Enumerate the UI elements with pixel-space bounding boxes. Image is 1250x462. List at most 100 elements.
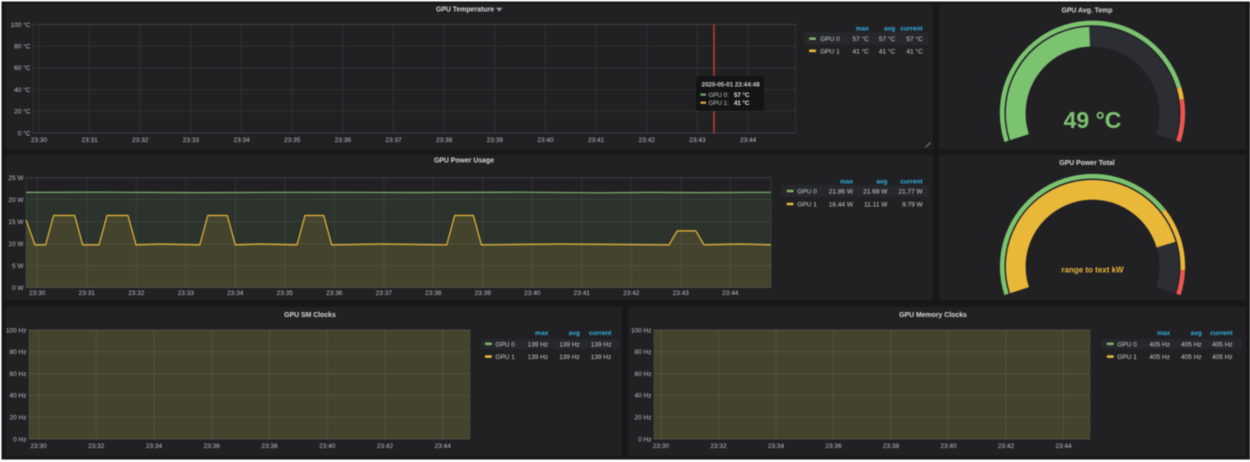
svg-text:23:38: 23:38 bbox=[261, 443, 278, 450]
svg-text:16.44 W: 16.44 W bbox=[829, 202, 854, 209]
svg-text:GPU 0: GPU 0 bbox=[495, 341, 515, 348]
svg-text:40 Hz: 40 Hz bbox=[635, 393, 652, 400]
svg-text:57 °C: 57 °C bbox=[853, 35, 870, 43]
svg-text:GPU 0:: GPU 0: bbox=[709, 92, 730, 99]
svg-text:23:40: 23:40 bbox=[537, 137, 554, 144]
svg-text:23:35: 23:35 bbox=[277, 290, 294, 297]
svg-text:405 Hz: 405 Hz bbox=[1149, 354, 1170, 361]
svg-text:405 Hz: 405 Hz bbox=[1149, 341, 1170, 348]
svg-text:23:39: 23:39 bbox=[475, 290, 492, 297]
svg-text:23:38: 23:38 bbox=[425, 290, 442, 297]
svg-text:100 Hz: 100 Hz bbox=[6, 327, 27, 334]
svg-text:23:43: 23:43 bbox=[673, 290, 690, 297]
svg-text:139 Hz: 139 Hz bbox=[591, 341, 612, 348]
svg-text:avg: avg bbox=[569, 330, 580, 337]
svg-text:80 Hz: 80 Hz bbox=[635, 349, 652, 356]
svg-text:21.86 W: 21.86 W bbox=[829, 189, 854, 196]
svg-text:23:42: 23:42 bbox=[998, 443, 1015, 450]
svg-text:20 Hz: 20 Hz bbox=[635, 415, 652, 422]
svg-text:80 Hz: 80 Hz bbox=[10, 349, 27, 356]
svg-text:0 Hz: 0 Hz bbox=[13, 436, 26, 443]
svg-text:23:34: 23:34 bbox=[768, 443, 785, 450]
svg-text:23:44: 23:44 bbox=[1055, 443, 1072, 450]
svg-text:139 Hz: 139 Hz bbox=[528, 341, 549, 348]
svg-text:5 W: 5 W bbox=[12, 263, 24, 270]
svg-text:23:32: 23:32 bbox=[710, 443, 727, 450]
svg-text:23:31: 23:31 bbox=[82, 137, 99, 144]
svg-text:current: current bbox=[900, 178, 923, 185]
svg-text:405 Hz: 405 Hz bbox=[1181, 354, 1202, 361]
svg-text:23:30: 23:30 bbox=[653, 443, 670, 450]
svg-text:GPU 1: GPU 1 bbox=[1117, 354, 1137, 361]
svg-text:0 Hz: 0 Hz bbox=[638, 436, 651, 443]
svg-text:avg: avg bbox=[876, 178, 887, 185]
svg-text:20 °C: 20 °C bbox=[14, 108, 31, 116]
svg-text:23:37: 23:37 bbox=[385, 137, 402, 144]
svg-text:current: current bbox=[900, 25, 923, 32]
svg-text:41 °C: 41 °C bbox=[853, 47, 870, 55]
svg-text:23:43: 23:43 bbox=[689, 137, 706, 144]
svg-text:23:32: 23:32 bbox=[128, 290, 145, 297]
svg-text:60 °C: 60 °C bbox=[14, 64, 31, 72]
svg-text:2020-05-01 23:44:48: 2020-05-01 23:44:48 bbox=[702, 82, 761, 89]
svg-text:100 °C: 100 °C bbox=[11, 21, 31, 29]
svg-text:80 °C: 80 °C bbox=[14, 43, 31, 51]
svg-text:23:38: 23:38 bbox=[436, 137, 453, 144]
svg-text:40 °C: 40 °C bbox=[14, 86, 31, 94]
svg-text:23:33: 23:33 bbox=[183, 137, 200, 144]
svg-text:139 Hz: 139 Hz bbox=[528, 354, 549, 361]
svg-text:avg: avg bbox=[1190, 330, 1201, 337]
svg-text:GPU Power Total: GPU Power Total bbox=[1059, 160, 1114, 167]
svg-text:9.79 W: 9.79 W bbox=[902, 202, 923, 209]
svg-text:23:34: 23:34 bbox=[146, 443, 163, 450]
svg-text:GPU 1:: GPU 1: bbox=[709, 100, 730, 107]
svg-text:23:31: 23:31 bbox=[79, 290, 96, 297]
svg-text:139 Hz: 139 Hz bbox=[559, 341, 580, 348]
svg-text:avg: avg bbox=[884, 25, 895, 32]
svg-text:10 W: 10 W bbox=[8, 241, 24, 248]
svg-text:23:44: 23:44 bbox=[722, 290, 739, 297]
svg-text:405 Hz: 405 Hz bbox=[1212, 341, 1233, 348]
svg-text:23:42: 23:42 bbox=[623, 290, 640, 297]
svg-text:49 °C: 49 °C bbox=[1064, 107, 1122, 133]
svg-text:23:44: 23:44 bbox=[740, 137, 757, 144]
svg-text:current: current bbox=[1210, 330, 1233, 337]
svg-text:139 Hz: 139 Hz bbox=[559, 354, 580, 361]
svg-text:405 Hz: 405 Hz bbox=[1212, 354, 1233, 361]
svg-text:41 °C: 41 °C bbox=[734, 100, 750, 107]
svg-text:40 Hz: 40 Hz bbox=[10, 393, 27, 400]
svg-text:GPU Memory Clocks: GPU Memory Clocks bbox=[899, 312, 967, 319]
svg-text:21.77 W: 21.77 W bbox=[898, 189, 923, 196]
svg-text:15 W: 15 W bbox=[8, 219, 24, 226]
svg-text:57 °C: 57 °C bbox=[879, 35, 896, 43]
svg-text:GPU 1: GPU 1 bbox=[797, 202, 817, 209]
svg-text:41 °C: 41 °C bbox=[879, 47, 896, 55]
svg-text:57 °C: 57 °C bbox=[734, 92, 750, 99]
svg-text:60 Hz: 60 Hz bbox=[635, 371, 652, 378]
svg-text:max: max bbox=[1157, 330, 1170, 337]
svg-text:GPU SM Clocks: GPU SM Clocks bbox=[284, 312, 336, 319]
svg-text:current: current bbox=[589, 330, 612, 337]
svg-text:0 W: 0 W bbox=[12, 285, 24, 292]
svg-text:GPU Avg. Temp: GPU Avg. Temp bbox=[1061, 8, 1112, 15]
svg-text:23:38: 23:38 bbox=[883, 443, 900, 450]
svg-text:23:39: 23:39 bbox=[487, 137, 504, 144]
svg-text:23:41: 23:41 bbox=[588, 137, 605, 144]
svg-text:GPU 0: GPU 0 bbox=[820, 36, 840, 43]
svg-text:23:32: 23:32 bbox=[132, 137, 149, 144]
svg-text:20 Hz: 20 Hz bbox=[10, 415, 27, 422]
svg-text:23:36: 23:36 bbox=[825, 443, 842, 450]
svg-text:23:34: 23:34 bbox=[227, 290, 244, 297]
svg-text:23:30: 23:30 bbox=[30, 443, 47, 450]
svg-text:60 Hz: 60 Hz bbox=[10, 371, 27, 378]
svg-text:100 Hz: 100 Hz bbox=[631, 327, 652, 334]
svg-text:25 W: 25 W bbox=[8, 175, 24, 182]
svg-text:20 W: 20 W bbox=[8, 197, 24, 204]
svg-text:GPU Temperature: GPU Temperature bbox=[436, 7, 494, 14]
svg-text:23:40: 23:40 bbox=[319, 443, 336, 450]
svg-text:23:36: 23:36 bbox=[204, 443, 221, 450]
svg-text:0 °C: 0 °C bbox=[18, 129, 31, 137]
svg-text:23:41: 23:41 bbox=[574, 290, 591, 297]
svg-text:11.11 W: 11.11 W bbox=[864, 202, 888, 209]
svg-text:GPU 0: GPU 0 bbox=[797, 189, 817, 196]
